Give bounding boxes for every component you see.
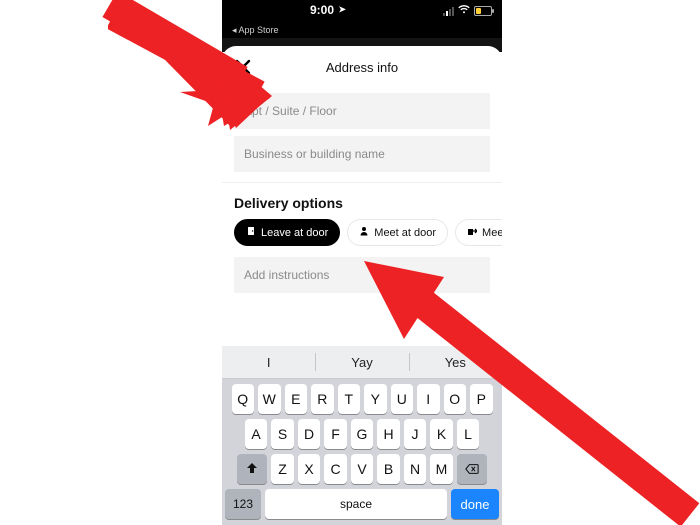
key-v[interactable]: V (351, 454, 374, 484)
modal-header: Address info (222, 48, 502, 86)
keyboard-row-1: QWERTYUIOP (222, 379, 502, 414)
suggestion[interactable]: I (222, 346, 315, 378)
keyboard-suggestions: I Yay Yes (222, 346, 502, 379)
instructions-field[interactable] (234, 257, 490, 293)
key-a[interactable]: A (245, 419, 268, 449)
battery-icon (474, 6, 492, 16)
suggestion[interactable]: Yay (315, 346, 408, 378)
ios-keyboard: I Yay Yes QWERTYUIOP ASDFGHJKL ZXCVBNM 1… (222, 346, 502, 525)
key-s[interactable]: S (271, 419, 294, 449)
location-arrow-icon: ➤ (338, 4, 346, 15)
key-d[interactable]: D (298, 419, 321, 449)
business-input[interactable] (234, 136, 490, 172)
key-123[interactable]: 123 (225, 489, 261, 519)
key-g[interactable]: G (351, 419, 374, 449)
key-space[interactable]: space (265, 489, 447, 519)
divider (222, 182, 502, 183)
key-c[interactable]: C (324, 454, 347, 484)
signal-icon (443, 7, 454, 16)
address-info-sheet: Address info Delivery options Leave at d… (222, 46, 502, 293)
key-b[interactable]: B (377, 454, 400, 484)
chip-meet-at-door[interactable]: Meet at door (347, 219, 448, 246)
delivery-options-row: Leave at door Meet at door Meet ou (222, 219, 502, 246)
key-z[interactable]: Z (271, 454, 294, 484)
key-r[interactable]: R (311, 384, 334, 414)
key-backspace[interactable] (457, 454, 487, 484)
key-x[interactable]: X (298, 454, 321, 484)
suggestion[interactable]: Yes (409, 346, 502, 378)
key-k[interactable]: K (430, 419, 453, 449)
phone-frame: 9:00 ➤ ◂ App Store Address info (222, 0, 502, 525)
key-p[interactable]: P (470, 384, 493, 414)
close-button[interactable] (232, 56, 254, 78)
back-to-app[interactable]: ◂ App Store (222, 22, 502, 38)
chip-leave-at-door[interactable]: Leave at door (234, 219, 340, 246)
modal-title: Address info (326, 60, 398, 75)
key-q[interactable]: Q (232, 384, 255, 414)
key-h[interactable]: H (377, 419, 400, 449)
keyboard-row-2: ASDFGHJKL (222, 414, 502, 449)
status-time: 9:00 (310, 3, 334, 17)
key-m[interactable]: M (430, 454, 453, 484)
key-f[interactable]: F (324, 419, 347, 449)
door-icon (246, 226, 256, 239)
key-j[interactable]: J (404, 419, 427, 449)
status-bar: 9:00 ➤ (222, 0, 502, 22)
back-label: ◂ App Store (232, 25, 279, 35)
keyboard-row-4: 123 space done (222, 484, 502, 525)
key-u[interactable]: U (391, 384, 414, 414)
key-shift[interactable] (237, 454, 267, 484)
keyboard-row-3: ZXCVBNM (222, 449, 502, 484)
key-l[interactable]: L (457, 419, 480, 449)
key-n[interactable]: N (404, 454, 427, 484)
chip-label: Leave at door (261, 227, 328, 239)
person-icon (359, 226, 369, 239)
delivery-options-title: Delivery options (234, 195, 490, 211)
key-w[interactable]: W (258, 384, 281, 414)
chip-label: Meet ou (482, 227, 502, 239)
key-o[interactable]: O (444, 384, 467, 414)
key-i[interactable]: I (417, 384, 440, 414)
key-e[interactable]: E (285, 384, 308, 414)
outside-icon (467, 226, 477, 239)
key-done[interactable]: done (451, 489, 499, 519)
key-t[interactable]: T (338, 384, 361, 414)
apt-input[interactable] (234, 93, 490, 129)
instructions-input[interactable] (234, 257, 490, 293)
wifi-icon (458, 5, 470, 17)
key-y[interactable]: Y (364, 384, 387, 414)
chip-meet-outside[interactable]: Meet ou (455, 219, 502, 246)
chip-label: Meet at door (374, 227, 436, 239)
business-field[interactable] (234, 136, 490, 172)
apt-field[interactable] (234, 93, 490, 129)
